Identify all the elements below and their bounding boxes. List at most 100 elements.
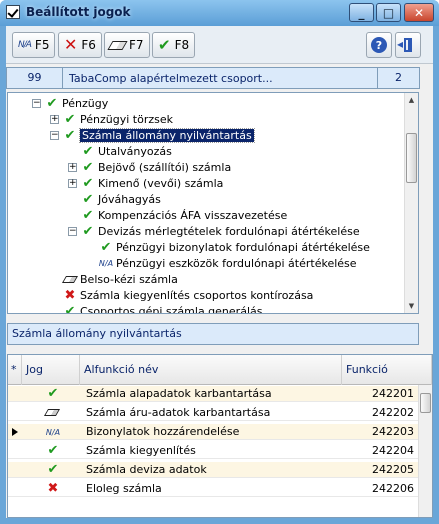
check-icon: ✔ xyxy=(64,127,76,143)
header-star: * xyxy=(8,355,22,385)
tree-item[interactable]: ✖ Számla kiegyenlítés csoportos kontírozá… xyxy=(62,287,314,303)
scroll-up-icon[interactable]: ▲ xyxy=(405,93,418,107)
f6-deny-button[interactable]: ✕ F6 xyxy=(58,32,102,58)
tree-scrollbar[interactable]: ▲ ▼ xyxy=(404,93,418,313)
tree-item-label: Devizás mérlegtételek fordulónapi átérté… xyxy=(98,224,360,238)
subfunction-name: Számla deviza adatok xyxy=(86,463,207,476)
exit-door-icon xyxy=(397,37,412,52)
check-icon[interactable]: ✔ xyxy=(38,462,68,478)
expand-icon[interactable]: + xyxy=(50,114,59,124)
check-icon: ✔ xyxy=(82,143,94,159)
tree-item-label: Utalványozás xyxy=(98,144,172,158)
title-bar[interactable]: Beállított jogok _ □ ✕ xyxy=(0,0,439,26)
scroll-thumb[interactable] xyxy=(406,133,417,183)
check-icon[interactable]: ✔ xyxy=(38,386,68,402)
tree-item[interactable]: + ✔ Kimenő (vevői) számla xyxy=(68,175,223,191)
tree-item[interactable]: − ✔ Devizás mérlegtételek fordulónapi átér… xyxy=(68,223,360,239)
x-icon: ✕ xyxy=(64,35,78,54)
tree-item[interactable]: ✔ Utalványozás xyxy=(80,143,172,159)
group-name: TabaComp alapértelmezett csoport... xyxy=(69,71,273,85)
check-icon: ✔ xyxy=(82,191,94,207)
eraser-icon[interactable] xyxy=(38,405,68,421)
f8-allow-button[interactable]: ✔ F8 xyxy=(152,32,196,58)
table-row[interactable]: ✔ Számla kiegyenlítés 242204 xyxy=(8,443,418,459)
f8-label: F8 xyxy=(174,38,190,52)
check-icon[interactable]: ✔ xyxy=(38,443,68,459)
x-icon[interactable]: ✖ xyxy=(38,481,68,497)
f7-label: F7 xyxy=(129,38,144,52)
f5-na-button[interactable]: N/A F5 xyxy=(12,32,56,58)
tree-item-label: Jóváhagyás xyxy=(98,192,161,206)
table-row[interactable]: ✔ Számla deviza adatok 242205 xyxy=(8,462,418,478)
help-button[interactable]: ? xyxy=(366,32,392,58)
function-code: 242203 xyxy=(372,425,414,438)
check-icon: ✔ xyxy=(82,207,94,223)
tree-item-label: Belso-kézi számla xyxy=(80,272,178,286)
grid-scrollbar[interactable] xyxy=(418,385,432,517)
selected-node-label: Számla állomány nyilvántartás xyxy=(7,323,419,345)
tree-item[interactable]: + ✔ Bejövő (szállítói) számla xyxy=(68,159,231,175)
tree-item[interactable]: − ✔ Számla állomány nyilvántartás xyxy=(50,127,255,143)
tree-item[interactable]: ✔ Pénzügyi bizonylatok fordulónapi átérté… xyxy=(98,239,370,255)
app-window: Beállított jogok _ □ ✕ N/A F5 ✕ F6 F7 ✔ … xyxy=(0,0,439,524)
toolbar: N/A F5 ✕ F6 F7 ✔ F8 ? xyxy=(6,26,433,64)
rights-tree[interactable]: ▲ ▼ − ✔ Pénzügy + ✔ Pénzügyi törzsek − ✔ Számla … xyxy=(7,92,419,314)
tree-item-label: Pénzügyi bizonylatok fordulónapi átérték… xyxy=(116,240,370,254)
tree-item-label: Számla állomány nyilvántartás xyxy=(79,127,255,143)
subfunction-name: Számla alapadatok karbantartása xyxy=(86,387,272,400)
tree-item-label: Kimenő (vevői) számla xyxy=(98,176,224,190)
na-icon: N/A xyxy=(98,258,114,268)
na-icon: N/A xyxy=(18,40,32,50)
checkbox-app-icon xyxy=(6,5,20,19)
collapse-icon[interactable]: − xyxy=(68,226,77,236)
tree-item-label: Csoportos gépi számla generálás xyxy=(80,304,263,314)
tree-item-label: Bejövő (szállítói) számla xyxy=(98,160,232,174)
subfunction-name: Számla áru-adatok karbantartása xyxy=(86,406,271,419)
table-row[interactable]: ✖ Eloleg számla 242206 xyxy=(8,481,418,497)
table-row[interactable]: N/A Bizonylatok hozzárendelése 242203 xyxy=(8,424,418,440)
header-code[interactable]: Funkció xyxy=(342,355,432,385)
check-icon: ✔ xyxy=(82,175,94,191)
tree-item-label: Számla kiegyenlítés csoportos kontírozás… xyxy=(80,288,314,302)
close-button[interactable]: ✕ xyxy=(404,3,434,22)
expand-icon[interactable]: + xyxy=(68,162,77,172)
tree-item[interactable]: ✔ Kompenzációs ÁFA visszavezetése xyxy=(80,207,288,223)
tree-item[interactable]: N/A Pénzügyi eszközök fordulónapi átérték… xyxy=(98,255,357,271)
client-area: N/A F5 ✕ F6 F7 ✔ F8 ? 99 T xyxy=(6,26,433,518)
subfunction-grid[interactable]: * Jog Alfunkció név Funkció ✔ Számla alap… xyxy=(7,354,433,518)
minimize-button[interactable]: _ xyxy=(349,3,374,22)
tree-item-label: Pénzügyi eszközök fordulónapi átértékelé… xyxy=(116,256,357,270)
table-row[interactable]: ✔ Számla alapadatok karbantartása 242201 xyxy=(8,386,418,402)
group-bar[interactable]: 99 TabaComp alapértelmezett csoport... 2 xyxy=(6,67,420,89)
tree-item[interactable]: + ✔ Pénzügyi törzsek xyxy=(50,111,173,127)
function-code: 242201 xyxy=(372,387,414,400)
grid-header: * Jog Alfunkció név Funkció xyxy=(8,355,432,385)
maximize-button[interactable]: □ xyxy=(376,3,401,22)
group-count: 2 xyxy=(377,68,419,88)
tree-item[interactable]: ✔ Jóváhagyás xyxy=(80,191,161,207)
scroll-down-icon[interactable]: ▼ xyxy=(405,299,418,313)
collapse-icon[interactable]: − xyxy=(32,98,41,108)
header-name[interactable]: Alfunkció név xyxy=(80,355,342,385)
tree-item[interactable]: − ✔ Pénzügy xyxy=(32,95,108,111)
check-icon: ✔ xyxy=(64,303,76,314)
expand-icon[interactable]: + xyxy=(68,178,77,188)
function-code: 242202 xyxy=(372,406,414,419)
f6-label: F6 xyxy=(81,38,96,52)
tree-item[interactable]: Belso-kézi számla xyxy=(61,271,178,287)
tree-item[interactable]: ✔ Csoportos gépi számla generálás xyxy=(62,303,263,314)
grid-scroll-thumb[interactable] xyxy=(420,393,431,413)
table-row[interactable]: Számla áru-adatok karbantartása 242202 xyxy=(8,405,418,421)
check-icon: ✔ xyxy=(82,159,94,175)
check-icon: ✔ xyxy=(158,35,171,54)
f7-erase-button[interactable]: F7 xyxy=(104,32,150,58)
check-icon: ✔ xyxy=(82,223,94,239)
check-icon: ✔ xyxy=(46,95,58,111)
exit-button[interactable] xyxy=(395,32,421,58)
collapse-icon[interactable]: − xyxy=(50,130,59,140)
x-icon: ✖ xyxy=(64,287,76,303)
header-jog[interactable]: Jog xyxy=(22,355,80,385)
help-icon: ? xyxy=(371,37,387,53)
function-code: 242205 xyxy=(372,463,414,476)
na-icon[interactable]: N/A xyxy=(38,424,68,440)
